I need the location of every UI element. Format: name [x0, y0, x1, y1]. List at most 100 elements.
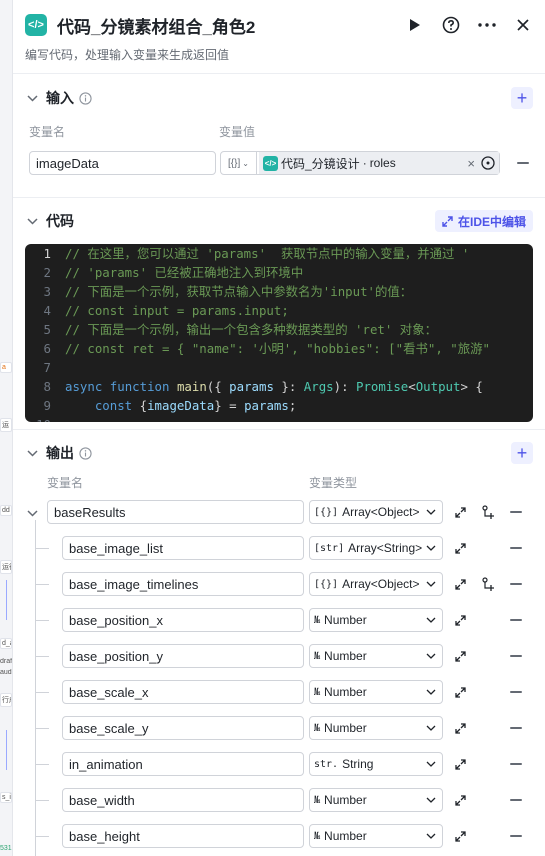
close-button[interactable] [513, 15, 533, 35]
remove-output-button[interactable] [509, 541, 523, 555]
variable-target-icon[interactable] [481, 156, 495, 170]
output-type-select[interactable]: № Number [309, 608, 443, 632]
info-icon[interactable] [79, 91, 92, 105]
edit-in-ide-button[interactable]: 在IDE中编辑 [434, 210, 533, 232]
remove-output-button[interactable] [509, 613, 523, 627]
output-type-select[interactable]: № Number [309, 680, 443, 704]
type-icon: № [314, 686, 321, 698]
expand-row-button[interactable] [453, 505, 467, 519]
remove-output-button[interactable] [509, 685, 523, 699]
add-output-button[interactable]: + [511, 442, 533, 464]
output-name-field[interactable]: base_scale_x [62, 680, 304, 704]
canvas-node-fragment: 531 [0, 845, 12, 852]
output-type-select[interactable]: № Number [309, 824, 443, 848]
output-name-field[interactable]: base_height [62, 824, 304, 848]
collapse-code-toggle[interactable] [25, 214, 39, 228]
output-type-select[interactable]: № Number [309, 788, 443, 812]
output-row: base_image_timelines [{}] Array<Object> [13, 566, 545, 602]
expand-children-toggle[interactable] [27, 505, 38, 520]
remove-output-button[interactable] [509, 829, 523, 843]
help-button[interactable] [441, 15, 461, 35]
expand-row-button[interactable] [453, 829, 467, 843]
code-type: Promise [356, 379, 409, 394]
line-number: 8 [43, 379, 51, 394]
remove-input-button[interactable] [514, 162, 532, 164]
output-name-field[interactable]: base_position_x [62, 608, 304, 632]
expand-row-button[interactable] [453, 541, 467, 555]
code-line: 10 [25, 415, 533, 422]
chevron-down-icon [426, 797, 436, 803]
remove-output-button[interactable] [509, 721, 523, 735]
tree-branch [35, 799, 49, 801]
add-child-button[interactable] [481, 505, 495, 519]
output-name-field[interactable]: baseResults [47, 500, 304, 524]
info-icon[interactable] [79, 446, 92, 460]
expand-row-button[interactable] [453, 613, 467, 627]
output-type-select[interactable]: № Number [309, 716, 443, 740]
chevron-down-icon [26, 217, 38, 225]
chevron-down-icon [26, 94, 38, 102]
tree-branch [35, 583, 49, 585]
expand-row-button[interactable] [453, 757, 467, 771]
line-number: 9 [43, 398, 51, 413]
add-child-placeholder [481, 829, 495, 843]
canvas-node-fragment: a [0, 362, 12, 373]
output-name-field[interactable]: base_image_timelines [62, 572, 304, 596]
collapse-output-toggle[interactable] [25, 446, 39, 460]
run-button[interactable] [405, 15, 425, 35]
collapse-input-toggle[interactable] [25, 91, 39, 105]
output-name-field[interactable]: base_scale_y [62, 716, 304, 740]
type-label: String [342, 757, 374, 771]
canvas-node-fragment: s_i [0, 792, 12, 803]
output-name-field[interactable]: base_image_list [62, 536, 304, 560]
minus-icon [510, 619, 522, 621]
add-child-button[interactable] [481, 577, 495, 591]
code-comment: // 'params' 已经被正确地注入到环境中 [65, 265, 304, 280]
canvas-node-fragment: dd [0, 505, 12, 516]
output-type-select[interactable]: [{}] Array<Object> [309, 500, 443, 524]
output-type-select[interactable]: [{}] Array<Object> [309, 572, 443, 596]
output-name-field[interactable]: base_width [62, 788, 304, 812]
expand-icon [442, 215, 453, 227]
tree-branch [35, 835, 49, 837]
remove-output-button[interactable] [509, 757, 523, 771]
more-button[interactable] [477, 15, 497, 35]
minus-icon [510, 691, 522, 693]
line-number: 3 [43, 284, 51, 299]
remove-output-button[interactable] [509, 505, 523, 519]
output-type-select[interactable]: [str] Array<String> [309, 536, 443, 560]
add-child-placeholder [481, 793, 495, 807]
expand-row-button[interactable] [453, 685, 467, 699]
output-type-select[interactable]: № Number [309, 644, 443, 668]
add-child-placeholder [481, 757, 495, 771]
code-line: 2 // 'params' 已经被正确地注入到环境中 [25, 263, 533, 282]
code-punct: } = [214, 398, 245, 413]
output-name-field[interactable]: in_animation [62, 752, 304, 776]
remove-output-button[interactable] [509, 649, 523, 663]
output-name-field[interactable]: base_position_y [62, 644, 304, 668]
expand-row-button[interactable] [453, 577, 467, 591]
expand-row-button[interactable] [453, 793, 467, 807]
expand-row-button[interactable] [453, 721, 467, 735]
input-name-field[interactable]: imageData [29, 151, 216, 175]
output-row: base_image_list [str] Array<String> [13, 530, 545, 566]
remove-output-button[interactable] [509, 577, 523, 591]
clear-ref-icon[interactable]: × [467, 156, 475, 171]
output-type-select[interactable]: str. String [309, 752, 443, 776]
chevron-down-icon [426, 653, 436, 659]
type-label: Array<Object> [342, 577, 420, 591]
code-editor[interactable]: 1// 在这里，您可以通过 'params' 获取节点中的输入变量，并通过 ' … [25, 244, 533, 422]
add-child-icon [482, 577, 494, 591]
type-label: Array<String> [348, 541, 423, 555]
remove-output-button[interactable] [509, 793, 523, 807]
add-input-button[interactable]: + [511, 87, 533, 109]
type-select[interactable]: [{}] ⌄ [221, 152, 257, 174]
input-value-ref[interactable]: [{}] ⌄ </> 代码_分镜设计 · roles × [220, 151, 500, 175]
code-line: 3 // 下面是一个示例，获取节点输入中参数名为'input'的值： [25, 282, 533, 301]
expand-row-button[interactable] [453, 649, 467, 663]
node-title[interactable]: 代码_分镜素材组合_角色2 [57, 13, 389, 38]
code-type: Output [415, 379, 461, 394]
expand-icon [454, 542, 466, 554]
code-section-title: 代码 [46, 213, 74, 229]
code-variable: params [229, 379, 274, 394]
